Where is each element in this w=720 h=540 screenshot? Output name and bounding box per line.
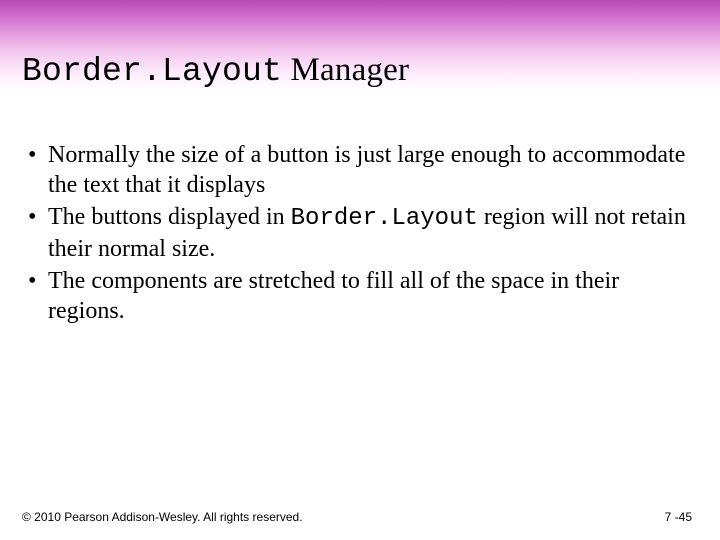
slide: Border.Layout Manager Normally the size …: [0, 0, 720, 540]
bullet-text-pre: The buttons displayed in: [48, 204, 291, 230]
bullet-text: Normally the size of a button is just la…: [48, 142, 685, 198]
title-text-part: Manager: [282, 52, 409, 88]
slide-body: Normally the size of a button is just la…: [22, 140, 698, 328]
bullet-list: Normally the size of a button is just la…: [22, 140, 698, 326]
bullet-code: Border.Layout: [291, 205, 478, 232]
footer-copyright: © 2010 Pearson Addison-Wesley. All right…: [22, 510, 303, 524]
list-item: The components are stretched to fill all…: [22, 266, 698, 326]
list-item: Normally the size of a button is just la…: [22, 140, 698, 200]
list-item: The buttons displayed in Border.Layout r…: [22, 202, 698, 264]
bullet-text: The components are stretched to fill all…: [48, 268, 619, 324]
slide-title: Border.Layout Manager: [22, 52, 409, 90]
title-code-part: Border.Layout: [22, 53, 282, 90]
footer-page-number: 7 -45: [665, 510, 692, 524]
